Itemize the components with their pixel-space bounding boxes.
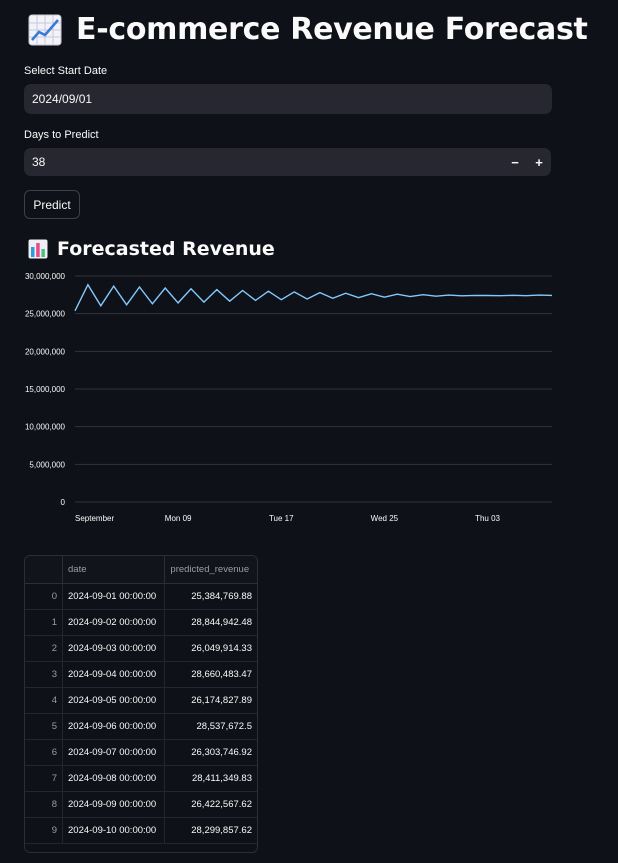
date-cell[interactable]: 2024-09-06 00:00:00	[62, 713, 166, 740]
x-tick-label: Thu 03	[475, 514, 500, 523]
bar-chart-icon	[28, 239, 48, 259]
date-cell[interactable]: 2024-09-05 00:00:00	[62, 687, 166, 714]
increment-button[interactable]: +	[527, 148, 551, 176]
table-row[interactable]: 4 2024-09-05 00:00:00 26,174,827.89	[25, 687, 257, 714]
forecast-title: Forecasted Revenue	[57, 238, 275, 260]
table-row[interactable]: 9 2024-09-10 00:00:00 28,299,857.62	[25, 817, 257, 844]
index-header[interactable]	[25, 556, 63, 584]
decrement-button[interactable]: −	[503, 148, 527, 176]
revenue-cell[interactable]: 26,303,746.92	[164, 739, 257, 766]
revenue-cell[interactable]: 26,049,914.33	[164, 635, 257, 662]
predict-button[interactable]: Predict	[24, 190, 80, 219]
date-cell[interactable]: 2024-09-07 00:00:00	[62, 739, 166, 766]
date-cell[interactable]: 2024-09-02 00:00:00	[62, 609, 166, 636]
y-tick-label: 5,000,000	[29, 460, 65, 469]
revenue-cell[interactable]: 28,660,483.47	[164, 661, 257, 688]
x-tick-label: September	[75, 514, 114, 523]
x-tick-label: Tue 17	[269, 514, 294, 523]
x-tick-label: Mon 09	[165, 514, 192, 523]
y-tick-label: 20,000,000	[25, 347, 66, 356]
table-row[interactable]: 7 2024-09-08 00:00:00 28,411,349.83	[25, 765, 257, 792]
forecast-heading: Forecasted Revenue	[28, 238, 275, 260]
table-row[interactable]: 8 2024-09-09 00:00:00 26,422,567.62	[25, 791, 257, 818]
column-header-predicted_revenue[interactable]: predicted_revenue	[164, 556, 257, 584]
table-row[interactable]: 1 2024-09-02 00:00:00 28,844,942.48	[25, 609, 257, 636]
y-tick-label: 15,000,000	[25, 385, 66, 394]
days-to-predict-stepper[interactable]: 38 − +	[24, 148, 551, 176]
table-row[interactable]: 3 2024-09-04 00:00:00 28,660,483.47	[25, 661, 257, 688]
table-row[interactable]: 2 2024-09-03 00:00:00 26,049,914.33	[25, 635, 257, 662]
forecast-table[interactable]: date predicted_revenue 0 2024-09-01 00:00:…	[24, 555, 258, 853]
title-text: E-commerce Revenue Forecast	[76, 12, 588, 47]
revenue-cell[interactable]: 28,411,349.83	[164, 765, 257, 792]
row-index[interactable]: 9	[25, 817, 63, 844]
revenue-cell[interactable]: 26,422,567.62	[164, 791, 257, 818]
chart-increasing-icon	[28, 14, 62, 45]
page-title: E-commerce Revenue Forecast	[28, 12, 588, 47]
series-line	[74, 283, 553, 312]
date-cell[interactable]: 2024-09-04 00:00:00	[62, 661, 166, 688]
row-index[interactable]: 1	[25, 609, 63, 636]
forecast-line-chart: 30,000,000 25,000,000 20,000,000 15,000,000…	[25, 272, 553, 523]
y-tick-label: 0	[61, 498, 66, 507]
days-to-predict-value[interactable]: 38	[24, 155, 503, 169]
table-row[interactable]: 6 2024-09-07 00:00:00 26,303,746.92	[25, 739, 257, 766]
x-tick-label: Wed 25	[371, 514, 399, 523]
row-index[interactable]: 4	[25, 687, 63, 714]
row-index[interactable]: 5	[25, 713, 63, 740]
start-date-label: Select Start Date	[24, 65, 108, 77]
date-cell[interactable]: 2024-09-09 00:00:00	[62, 791, 166, 818]
date-cell[interactable]: 2024-09-08 00:00:00	[62, 765, 166, 792]
row-index[interactable]: 0	[25, 583, 63, 610]
revenue-cell[interactable]: 26,174,827.89	[164, 687, 257, 714]
row-index[interactable]: 8	[25, 791, 63, 818]
column-header-date[interactable]: date	[62, 556, 166, 584]
date-cell[interactable]: 2024-09-03 00:00:00	[62, 635, 166, 662]
y-tick-label: 30,000,000	[25, 272, 66, 281]
y-tick-label: 25,000,000	[25, 310, 66, 319]
row-index[interactable]: 7	[25, 765, 63, 792]
row-index[interactable]: 2	[25, 635, 63, 662]
row-index[interactable]: 3	[25, 661, 63, 688]
revenue-cell[interactable]: 28,537,672.5	[164, 713, 257, 740]
start-date-input[interactable]	[24, 84, 552, 114]
revenue-cell[interactable]: 28,299,857.62	[164, 817, 257, 844]
revenue-cell[interactable]: 28,844,942.48	[164, 609, 257, 636]
days-to-predict-label: Days to Predict	[24, 129, 99, 141]
date-cell[interactable]: 2024-09-01 00:00:00	[62, 583, 166, 610]
row-index[interactable]: 6	[25, 739, 63, 766]
revenue-cell[interactable]: 25,384,769.88	[164, 583, 257, 610]
y-tick-label: 10,000,000	[25, 423, 66, 432]
date-cell[interactable]: 2024-09-10 00:00:00	[62, 817, 166, 844]
table-row[interactable]: 5 2024-09-06 00:00:00 28,537,672.5	[25, 713, 257, 740]
table-row[interactable]: 0 2024-09-01 00:00:00 25,384,769.88	[25, 583, 257, 610]
